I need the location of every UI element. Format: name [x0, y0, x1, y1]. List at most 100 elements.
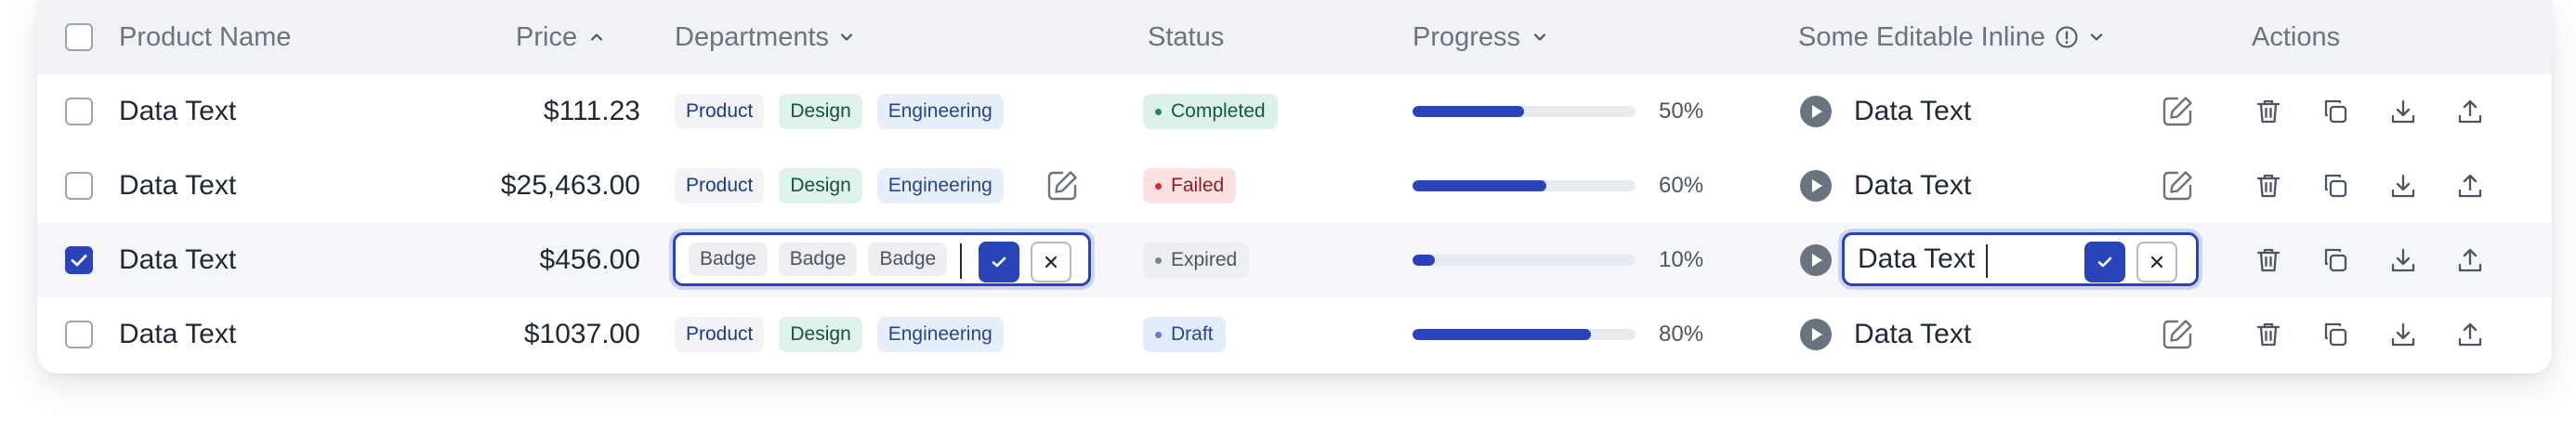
badge-engineering: Engineering [876, 94, 1004, 129]
badge[interactable]: Badge [868, 243, 948, 276]
status-badge: Expired [1143, 243, 1250, 278]
departments-badges[interactable]: Product Design Engineering [675, 297, 1019, 372]
departments-badges[interactable]: Product Design Engineering [675, 74, 1019, 149]
edit-icon[interactable] [2159, 93, 2196, 130]
progress-fill [1413, 106, 1524, 117]
chevron-down-icon[interactable] [1531, 29, 1548, 46]
download-icon[interactable] [2388, 245, 2418, 275]
cancel-button[interactable] [1031, 242, 1071, 282]
table-row[interactable]: Data Text $25,463.00 Product Design Engi… [37, 149, 2552, 223]
status-label: Failed [1171, 175, 1225, 196]
product-name: Data Text [119, 244, 237, 275]
progress-label: 10% [1659, 247, 1704, 272]
badge-product: Product [675, 94, 765, 129]
row-checkbox[interactable] [65, 321, 93, 348]
play-icon[interactable] [1799, 318, 1833, 351]
progress-fill [1413, 255, 1435, 266]
inline-input-value[interactable]: Data Text [1858, 243, 1975, 275]
progress-bar [1413, 106, 1636, 117]
cancel-button[interactable] [2136, 242, 2177, 282]
status-label: Draft [1171, 323, 1214, 345]
play-icon[interactable] [1799, 169, 1833, 203]
badge-design: Design [779, 94, 862, 129]
close-icon [2150, 256, 2163, 269]
copy-icon[interactable] [2320, 171, 2350, 201]
chevron-down-icon[interactable] [838, 29, 855, 46]
badge-product: Product [675, 168, 765, 203]
header-status[interactable]: Status [1148, 22, 1224, 53]
confirm-button[interactable] [2084, 242, 2125, 282]
inline-value[interactable]: Data Text [1854, 170, 1971, 202]
status-label: Expired [1171, 249, 1238, 270]
row-checkbox[interactable] [65, 172, 93, 200]
download-icon[interactable] [2388, 171, 2418, 201]
upload-icon[interactable] [2455, 320, 2485, 349]
price-value: $1037.00 [523, 319, 640, 349]
row-checkbox[interactable] [65, 98, 93, 125]
edit-icon[interactable] [2159, 316, 2196, 353]
trash-icon[interactable] [2254, 171, 2283, 201]
header-product-name[interactable]: Product Name [119, 22, 291, 53]
status-badge: Draft [1143, 317, 1226, 352]
select-all-checkbox[interactable] [65, 23, 93, 51]
play-icon[interactable] [1799, 243, 1833, 277]
table-row[interactable]: Data Text $111.23 Product Design Enginee… [37, 74, 2552, 149]
check-icon [71, 255, 87, 267]
price-value: $25,463.00 [500, 170, 640, 201]
product-name: Data Text [119, 96, 237, 126]
copy-icon[interactable] [2320, 245, 2350, 275]
progress-label: 60% [1659, 173, 1704, 198]
copy-icon[interactable] [2320, 97, 2350, 126]
inline-value[interactable]: Data Text [1854, 319, 1971, 350]
badge-design: Design [779, 168, 862, 203]
product-name: Data Text [119, 319, 237, 349]
header-price[interactable]: Price [516, 22, 577, 53]
status-label: Completed [1171, 100, 1266, 122]
edit-icon[interactable] [1044, 167, 1081, 204]
table-row[interactable]: Data Text $1037.00 Product Design Engine… [37, 297, 2552, 372]
edit-icon[interactable] [2159, 167, 2196, 204]
data-table: Product Name Price Departments Status Pr… [37, 0, 2552, 374]
header-departments[interactable]: Departments [675, 22, 829, 53]
price-value: $111.23 [544, 96, 640, 126]
chevron-up-icon[interactable] [588, 29, 605, 46]
departments-edit-field[interactable]: Badge Badge Badge [673, 232, 1091, 286]
download-icon[interactable] [2388, 320, 2418, 349]
progress-fill [1413, 180, 1546, 191]
progress-bar [1413, 255, 1636, 266]
download-icon[interactable] [2388, 97, 2418, 126]
row-checkbox-checked[interactable] [65, 246, 93, 274]
inline-edit-field[interactable]: Data Text [1842, 232, 2199, 286]
badge[interactable]: Badge [689, 243, 768, 276]
progress-label: 80% [1659, 321, 1704, 347]
upload-icon[interactable] [2455, 245, 2485, 275]
upload-icon[interactable] [2455, 171, 2485, 201]
copy-icon[interactable] [2320, 320, 2350, 349]
price-value: $456.00 [539, 244, 640, 275]
table-header: Product Name Price Departments Status Pr… [37, 0, 2552, 74]
header-progress[interactable]: Progress [1413, 22, 1520, 53]
progress-bar [1413, 180, 1636, 191]
trash-icon[interactable] [2254, 97, 2283, 126]
badge-engineering: Engineering [876, 168, 1004, 203]
upload-icon[interactable] [2455, 97, 2485, 126]
inline-value[interactable]: Data Text [1854, 96, 1971, 127]
progress-fill [1413, 329, 1591, 340]
departments-badges[interactable]: Product Design Engineering [675, 149, 1019, 223]
header-inline[interactable]: Some Editable Inline [1798, 22, 2045, 53]
trash-icon[interactable] [2254, 245, 2283, 275]
progress-bar [1413, 329, 1636, 340]
confirm-button[interactable] [979, 242, 1019, 282]
status-badge: Completed [1143, 94, 1278, 129]
play-icon[interactable] [1799, 95, 1833, 128]
badge-design: Design [779, 317, 862, 352]
trash-icon[interactable] [2254, 320, 2283, 349]
text-caret [960, 243, 962, 279]
badge-engineering: Engineering [876, 317, 1004, 352]
badge-product: Product [675, 317, 765, 352]
product-name: Data Text [119, 170, 237, 201]
table-row-selected[interactable]: Data Text $456.00 Badge Badge Badge Expi… [37, 223, 2552, 297]
info-icon[interactable] [2055, 25, 2079, 49]
chevron-down-icon[interactable] [2088, 29, 2105, 46]
badge[interactable]: Badge [778, 243, 858, 276]
